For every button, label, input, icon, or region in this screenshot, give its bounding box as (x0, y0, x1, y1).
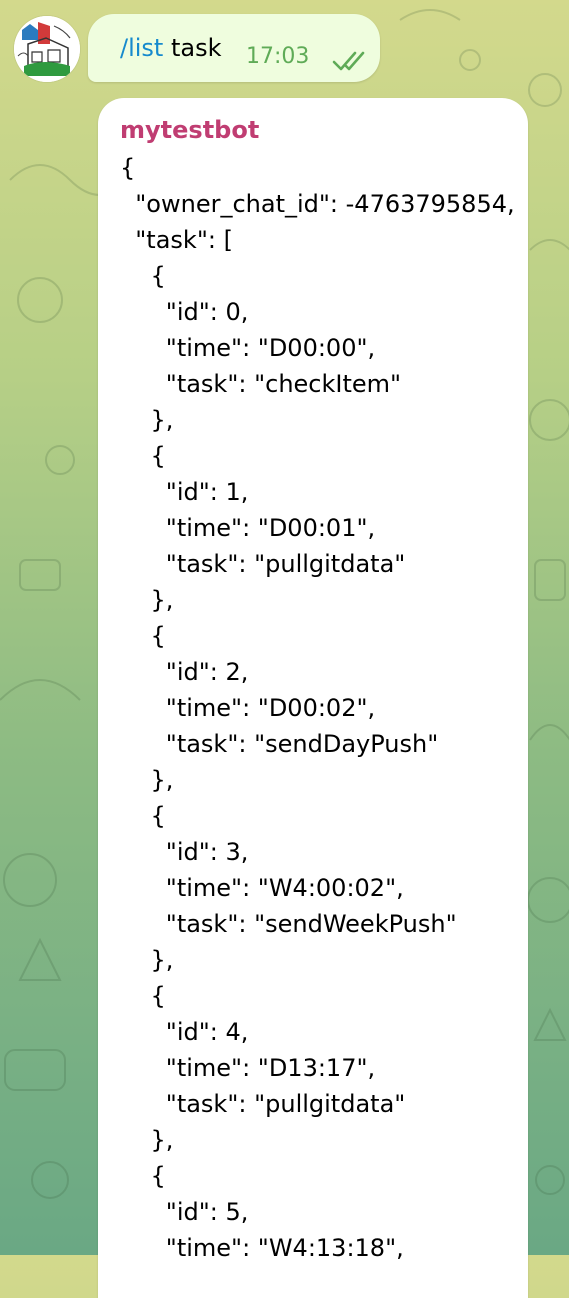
message-line: { (120, 154, 136, 182)
message-line: { (120, 982, 166, 1010)
message-line: "time": "D00:02", (120, 694, 376, 722)
message-line: { (120, 802, 166, 830)
message-line: }, (120, 946, 174, 974)
message-line: "task": "sendWeekPush" (120, 910, 457, 938)
message-line: "time": "W4:00:02", (120, 874, 404, 902)
message-line: { (120, 262, 166, 290)
message-line: "id": 2, (120, 658, 249, 686)
message-line: "id": 3, (120, 838, 249, 866)
outgoing-message-text: /list task (120, 34, 222, 62)
command-argument: task (163, 34, 222, 62)
message-time: 17:03 (246, 44, 310, 69)
incoming-message-bubble[interactable]: mytestbot { "owner_chat_id": -4763795854… (98, 98, 528, 1298)
message-line: "id": 0, (120, 298, 249, 326)
bot-avatar[interactable] (14, 16, 80, 82)
message-line: { (120, 622, 166, 650)
message-line: "id": 5, (120, 1198, 249, 1226)
message-line: "task": "pullgitdata" (120, 1090, 406, 1118)
castle-drawing-icon (14, 16, 80, 82)
message-line: "task": "checkItem" (120, 370, 402, 398)
message-line: }, (120, 766, 174, 794)
sender-name[interactable]: mytestbot (120, 116, 259, 144)
json-message-body: { "owner_chat_id": -4763795854, "task": … (120, 150, 515, 1266)
message-line: "time": "W4:13:18", (120, 1234, 404, 1262)
outgoing-message-bubble[interactable]: /list task 17:03 (88, 14, 380, 82)
message-line: }, (120, 406, 174, 434)
bot-command-link[interactable]: /list (120, 34, 163, 62)
message-line: "id": 4, (120, 1018, 249, 1046)
message-line: { (120, 1162, 166, 1190)
message-line: "time": "D00:01", (120, 514, 376, 542)
message-line: "owner_chat_id": -4763795854, (120, 190, 515, 218)
message-line: }, (120, 1126, 174, 1154)
message-line: }, (120, 586, 174, 614)
message-line: "time": "D13:17", (120, 1054, 376, 1082)
message-line: "id": 1, (120, 478, 249, 506)
message-line: "task": "pullgitdata" (120, 550, 406, 578)
message-line: "task": [ (120, 226, 233, 254)
message-line: "time": "D00:00", (120, 334, 376, 362)
message-line: "task": "sendDayPush" (120, 730, 439, 758)
double-check-icon (332, 51, 365, 71)
message-line: { (120, 442, 166, 470)
